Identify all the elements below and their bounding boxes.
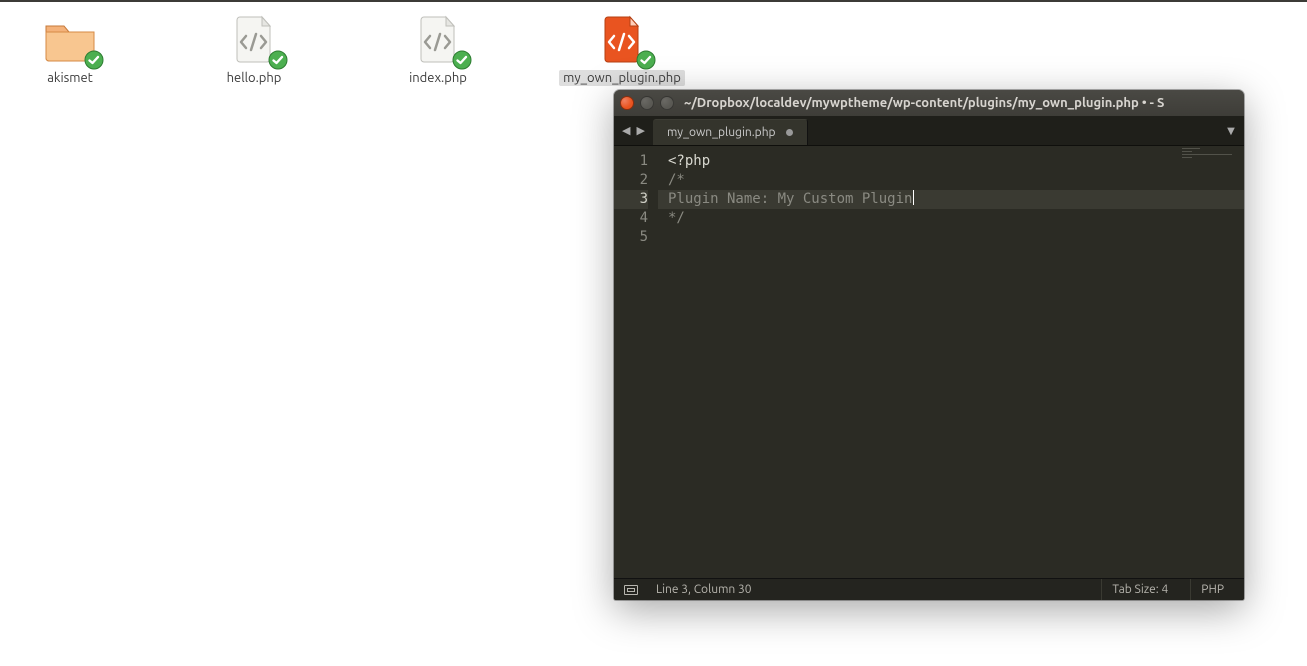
file-tab-label: my_own_plugin.php <box>667 126 776 139</box>
window-maximize-button[interactable] <box>660 96 674 110</box>
window-title: ~/Dropbox/localdev/mywptheme/wp-content/… <box>684 96 1238 110</box>
icon-label: index.php <box>405 70 471 86</box>
cursor-position[interactable]: Line 3, Column 30 <box>656 583 752 596</box>
code-line[interactable]: */ <box>658 209 1244 228</box>
tab-nav-arrows[interactable]: ◀ ▶ <box>614 116 653 145</box>
file-icon[interactable]: my_own_plugin.php <box>562 14 682 86</box>
file-icon[interactable]: index.php <box>378 14 498 86</box>
folder-icon[interactable]: akismet <box>10 14 130 86</box>
editor-statusbar: Line 3, Column 30 Tab Size: 4 PHP <box>614 578 1244 600</box>
icon-label: akismet <box>43 70 97 86</box>
editor-tabs: ◀ ▶ my_own_plugin.php ▼ <box>614 116 1244 146</box>
tab-size[interactable]: Tab Size: 4 <box>1101 579 1178 600</box>
code-line[interactable] <box>658 228 1244 247</box>
file-tab[interactable]: my_own_plugin.php <box>653 119 808 145</box>
line-gutter: 12345 <box>614 146 658 578</box>
code-line[interactable]: Plugin Name: My Custom Plugin <box>658 190 1244 209</box>
code-line[interactable]: /* <box>658 171 1244 190</box>
window-minimize-button[interactable] <box>640 96 654 110</box>
window-close-button[interactable] <box>620 96 634 110</box>
icon-label: my_own_plugin.php <box>559 70 685 86</box>
editor-titlebar[interactable]: ~/Dropbox/localdev/mywptheme/wp-content/… <box>614 90 1244 116</box>
tab-next-icon[interactable]: ▶ <box>636 124 644 137</box>
tab-prev-icon[interactable]: ◀ <box>622 124 630 137</box>
editor-window: ~/Dropbox/localdev/mywptheme/wp-content/… <box>614 90 1244 600</box>
desktop-icons: akismet hello.php index.php my_own_plugin.p… <box>10 14 682 86</box>
code-content[interactable]: <?php/*Plugin Name: My Custom Plugin*/ <box>658 146 1244 578</box>
file-icon[interactable]: hello.php <box>194 14 314 86</box>
desktop: akismet hello.php index.php my_own_plugin.p… <box>0 2 1307 666</box>
code-area[interactable]: 12345 <?php/*Plugin Name: My Custom Plug… <box>614 146 1244 578</box>
tabs-dropdown[interactable]: ▼ <box>1218 116 1244 145</box>
syntax-mode[interactable]: PHP <box>1190 579 1234 600</box>
minimap[interactable] <box>1182 148 1242 164</box>
icon-label: hello.php <box>223 70 286 86</box>
layout-icon[interactable] <box>624 585 638 595</box>
code-line[interactable]: <?php <box>658 152 1244 171</box>
dirty-indicator-icon <box>786 129 793 136</box>
